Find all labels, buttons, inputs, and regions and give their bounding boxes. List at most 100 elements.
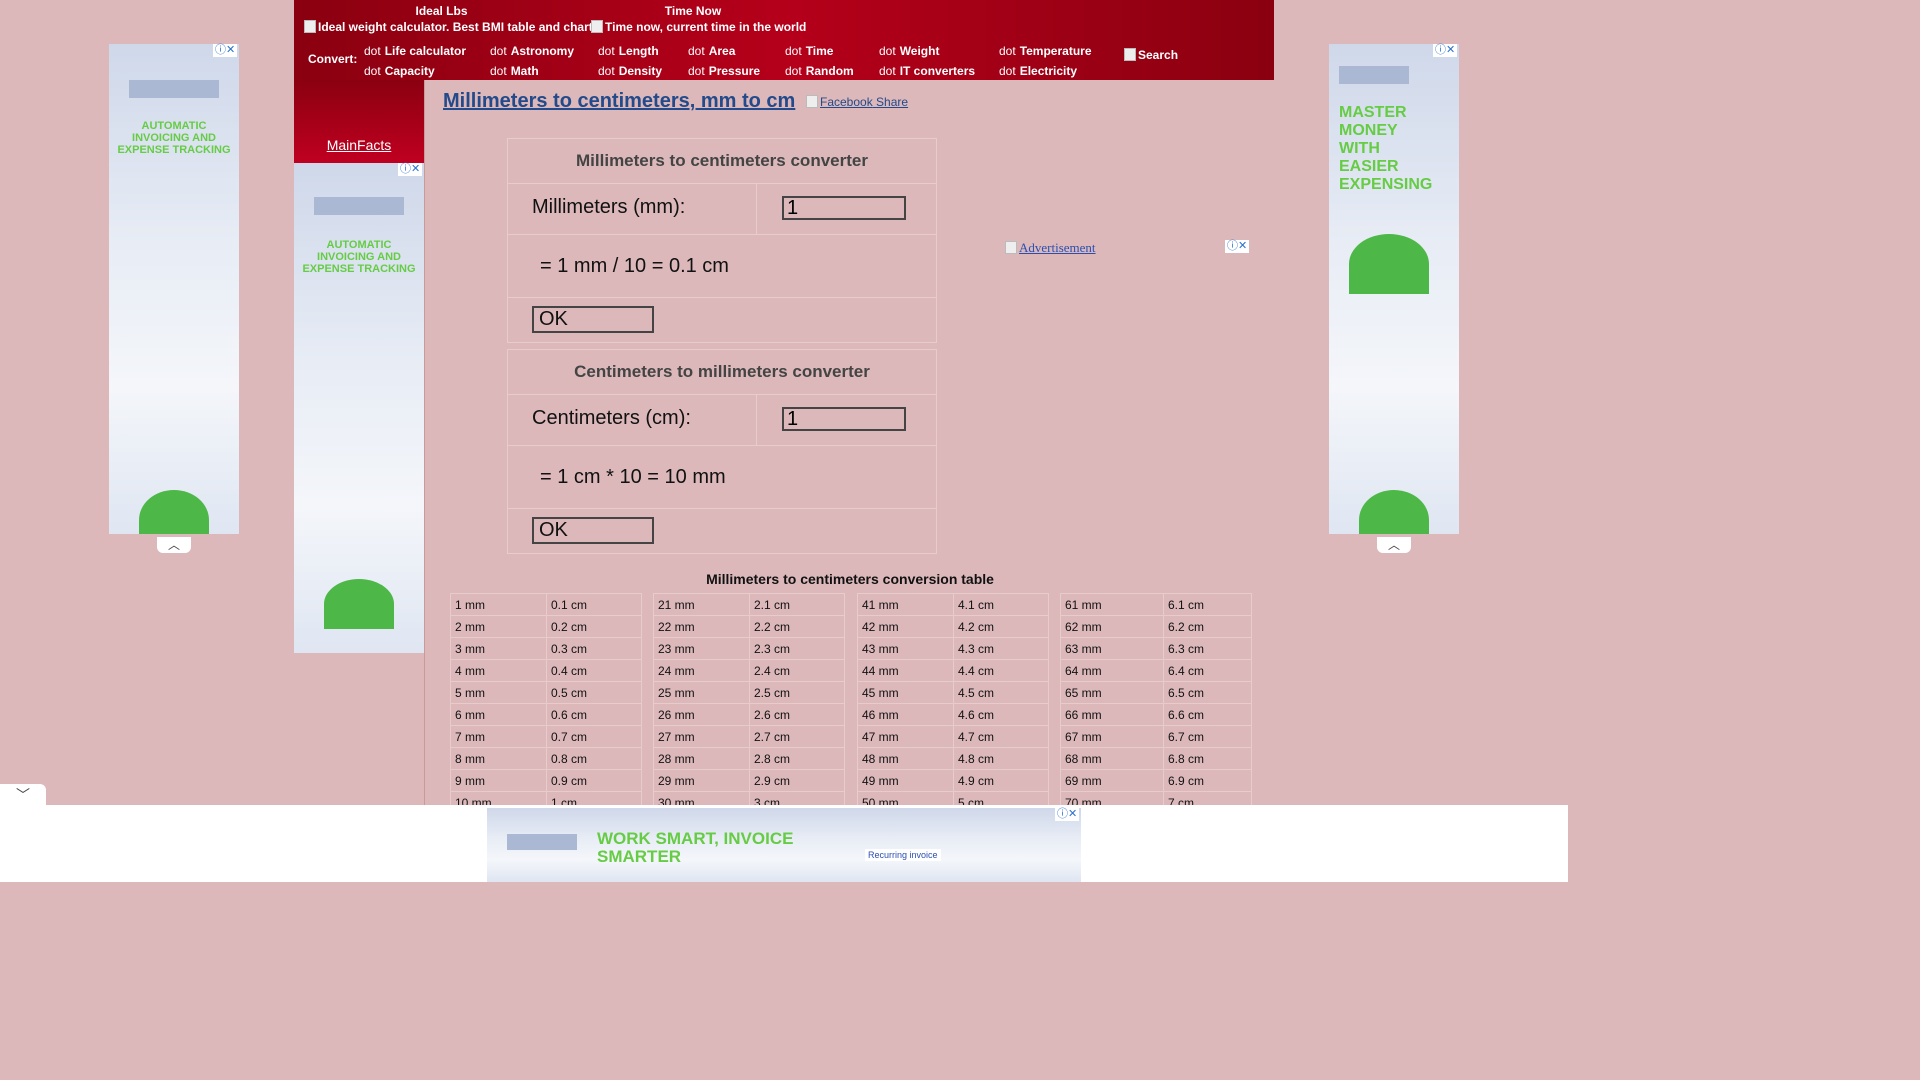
mm-cell: 22 mm (653, 615, 750, 638)
nav-area[interactable]: dot Area (688, 44, 735, 58)
cm-cell: 0.7 cm (546, 725, 642, 748)
cm-cell: 4.9 cm (953, 769, 1049, 792)
nav-label: Temperature (1019, 44, 1092, 58)
cm-cell: 6.5 cm (1163, 681, 1252, 704)
cm-cell: 4.8 cm (953, 747, 1049, 770)
cm-cell: 2.7 cm (749, 725, 845, 748)
ad-close-icon[interactable]: ⓘ✕ (1225, 240, 1250, 253)
nav-label: IT converters (899, 64, 976, 78)
nav-weight[interactable]: dot Weight (879, 44, 939, 58)
table-row: 28 mm 2.8 cm (653, 747, 845, 770)
left-outer-ad[interactable]: AUTOMATIC INVOICING AND EXPENSE TRACKING (109, 44, 239, 534)
dot-icon: dot (688, 44, 705, 58)
ad-ribbon (129, 80, 219, 98)
nav-electricity[interactable]: dot Electricity (999, 64, 1077, 78)
ok-button[interactable]: OK (532, 517, 654, 544)
dot-icon: dot (490, 44, 507, 58)
mm-cell: 44 mm (857, 659, 954, 682)
cm-cell: 4.7 cm (953, 725, 1049, 748)
conversion-table-title: Millimeters to centimeters conversion ta… (706, 571, 994, 587)
page-title[interactable]: Millimeters to centimeters, mm to cm (443, 90, 795, 113)
dot-icon: dot (785, 44, 802, 58)
ad-close-icon[interactable]: ⓘ✕ (1055, 808, 1080, 821)
nav-it-converters[interactable]: dot IT converters (879, 64, 975, 78)
cm-cell: 0.9 cm (546, 769, 642, 792)
mainfacts-link[interactable]: MainFacts (294, 137, 424, 153)
table-row: 43 mm 4.3 cm (857, 637, 1049, 660)
ad-text: MASTER MONEY WITH EASIER EXPENSING (1339, 104, 1433, 193)
nav-math[interactable]: dot Math (490, 64, 539, 78)
nav-label: Weight (899, 44, 940, 58)
ad-ribbon (507, 834, 577, 850)
nav-label: Length (618, 44, 659, 58)
cm-cell: 4.5 cm (953, 681, 1049, 704)
cm-cell: 4.3 cm (953, 637, 1049, 660)
bottom-ad[interactable]: WORK SMART, INVOICE SMARTER Recurring in… (487, 808, 1081, 882)
ad-text: AUTOMATIC INVOICING AND EXPENSE TRACKING (117, 120, 231, 156)
cm-cell: 2.9 cm (749, 769, 845, 792)
ad-close-icon[interactable]: ⓘ✕ (398, 163, 423, 176)
facebook-alt-text: Facebook (820, 95, 873, 109)
nav-length[interactable]: dot Length (598, 44, 659, 58)
dot-icon: dot (999, 64, 1016, 78)
table-row: 5 mm 0.5 cm (450, 681, 642, 704)
time-now-label[interactable]: Time Now (662, 4, 724, 18)
cm-to-mm-converter: Centimeters to millimeters converter Cen… (507, 349, 937, 554)
nav-astronomy[interactable]: dot Astronomy (490, 44, 574, 58)
mm-cell: 3 mm (450, 637, 547, 660)
conversion-table: 41 mm 4.1 cm 42 mm 4.2 cm 43 mm 4.3 cm 44 mm 4.… (857, 593, 1049, 814)
right-outer-ad[interactable]: MASTER MONEY WITH EASIER EXPENSING (1329, 44, 1459, 534)
sidebar-ad[interactable]: AUTOMATIC INVOICING AND EXPENSE TRACKING (294, 163, 424, 653)
table-row: 67 mm 6.7 cm (1060, 725, 1252, 748)
time-now-link[interactable]: Time now, current time in the world (591, 20, 806, 34)
cm-cell: 6.4 cm (1163, 659, 1252, 682)
broken-image-icon (1005, 241, 1017, 254)
ad-close-icon[interactable]: ⓘ✕ (1433, 44, 1458, 57)
converter-result: = 1 mm / 10 = 0.1 cm (508, 235, 936, 298)
mm-cell: 46 mm (857, 703, 954, 726)
converter-result: = 1 cm * 10 = 10 mm (508, 446, 936, 509)
cm-cell: 0.5 cm (546, 681, 642, 704)
millimeters-input[interactable] (782, 196, 906, 220)
ideal-lbs-label[interactable]: Ideal Lbs (414, 4, 469, 18)
cm-cell: 4.1 cm (953, 593, 1049, 616)
chevron-up-icon[interactable]: ︿ (157, 537, 191, 553)
nav-capacity[interactable]: dot Capacity (364, 64, 435, 78)
divider (756, 184, 757, 234)
mm-cell: 42 mm (857, 615, 954, 638)
ad-badge: Recurring invoice (865, 849, 941, 861)
mm-cell: 27 mm (653, 725, 750, 748)
mm-cell: 68 mm (1060, 747, 1164, 770)
mm-cell: 9 mm (450, 769, 547, 792)
table-row: 47 mm 4.7 cm (857, 725, 1049, 748)
cm-cell: 0.1 cm (546, 593, 642, 616)
table-row: 46 mm 4.6 cm (857, 703, 1049, 726)
nav-life-calculator[interactable]: dot Life calculator (364, 44, 466, 58)
nav-temperature[interactable]: dot Temperature (999, 44, 1092, 58)
chevron-up-icon[interactable]: ︿ (1377, 537, 1411, 553)
search-button[interactable]: Search (1124, 48, 1178, 62)
mm-cell: 63 mm (1060, 637, 1164, 660)
nav-pressure[interactable]: dot Pressure (688, 64, 760, 78)
nav-density[interactable]: dot Density (598, 64, 662, 78)
ok-button[interactable]: OK (532, 306, 654, 333)
dot-icon: dot (999, 44, 1016, 58)
ideal-weight-link[interactable]: Ideal weight calculator. Best BMI table … (304, 20, 593, 34)
mm-cell: 69 mm (1060, 769, 1164, 792)
table-row: 48 mm 4.8 cm (857, 747, 1049, 770)
ad-ribbon (314, 197, 404, 215)
mm-cell: 24 mm (653, 659, 750, 682)
centimeters-input[interactable] (782, 407, 906, 431)
table-row: 61 mm 6.1 cm (1060, 593, 1252, 616)
dot-icon: dot (879, 64, 896, 78)
ad-close-icon[interactable]: ⓘ✕ (213, 44, 238, 57)
facebook-share-link[interactable]: Facebook Share (806, 95, 908, 109)
chevron-down-icon[interactable]: ﹀ (0, 784, 46, 806)
table-row: 27 mm 2.7 cm (653, 725, 845, 748)
advertisement-link[interactable]: Advertisement (1005, 240, 1096, 256)
nav-random[interactable]: dot Random (785, 64, 854, 78)
nav-time[interactable]: dot Time (785, 44, 833, 58)
nav-label: Electricity (1019, 64, 1078, 78)
advertisement-label: Advertisement (1019, 240, 1096, 255)
mm-cell: 47 mm (857, 725, 954, 748)
